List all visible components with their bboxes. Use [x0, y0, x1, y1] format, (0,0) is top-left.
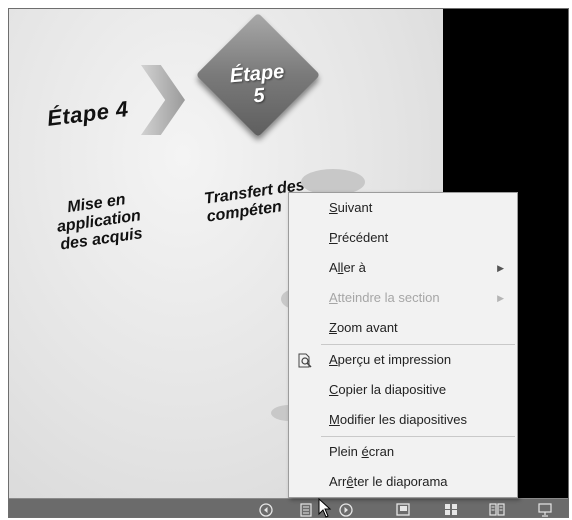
- menu-item-precedent[interactable]: Précédent: [289, 225, 517, 251]
- menu-item-label: cran: [368, 444, 395, 459]
- menu-button[interactable]: [296, 501, 316, 517]
- menu-item-zoom-avant[interactable]: Zoom avant: [289, 315, 517, 341]
- mouse-cursor-icon: [318, 498, 332, 518]
- step4-title: Étape 4: [45, 96, 130, 131]
- menu-item-label: odifier les diapositives: [339, 412, 468, 427]
- menu-item-label: perçu et impression: [337, 352, 452, 367]
- print-preview-icon: [297, 352, 313, 378]
- submenu-arrow-icon: ▶: [497, 263, 504, 273]
- menu-item-label: er à: [343, 260, 366, 275]
- menu-item-label: uivant: [337, 200, 373, 215]
- slide-sorter-button[interactable]: [441, 501, 461, 517]
- step4-caption: Mise en application des acquis: [46, 188, 153, 255]
- menu-item-label-accel: M: [329, 412, 340, 427]
- reading-view-button[interactable]: [487, 501, 507, 517]
- menu-item-label: Arr: [329, 474, 347, 489]
- slideshow-icon: [538, 502, 552, 517]
- menu-separator: [321, 344, 515, 345]
- menu-item-label-accel: A: [329, 352, 338, 367]
- menu-item-label-accel: Z: [329, 320, 337, 335]
- menu-item-atteindre-section: Atteindre la section ▶: [289, 285, 517, 311]
- next-button[interactable]: [336, 501, 356, 517]
- slide-sorter-icon: [445, 504, 457, 515]
- arrow-shape: [141, 65, 185, 135]
- menu-item-apercu-impression[interactable]: Aperçu et impression: [289, 347, 517, 373]
- menu-item-label: tteindre la section: [337, 290, 440, 305]
- slideshow-toolbar: [9, 498, 568, 517]
- menu-item-label-accel: P: [329, 230, 338, 245]
- menu-item-label: ter le diaporama: [353, 474, 448, 489]
- menu-item-plein-ecran[interactable]: Plein écran: [289, 439, 517, 465]
- menu-item-arreter-diaporama[interactable]: Arrêter le diaporama: [289, 469, 517, 495]
- step5-title: Étape 5: [221, 60, 295, 110]
- menu-item-label-accel: é: [361, 444, 369, 459]
- context-menu: Suivant Précédent Aller à ▶ Atteindre la…: [288, 192, 518, 498]
- previous-icon: [259, 502, 273, 517]
- menu-item-modifier-diapositives[interactable]: Modifier les diapositives: [289, 407, 517, 433]
- previous-button[interactable]: [256, 501, 276, 517]
- menu-item-label-accel: S: [329, 200, 338, 215]
- menu-item-label: opier la diapositive: [338, 382, 447, 397]
- menu-item-label: oom avant: [336, 320, 398, 335]
- menu-item-aller-a[interactable]: Aller à ▶: [289, 255, 517, 281]
- menu-item-label: A: [329, 260, 338, 275]
- submenu-arrow-icon: ▶: [497, 293, 504, 303]
- menu-item-suivant[interactable]: Suivant: [289, 195, 517, 221]
- next-icon: [339, 502, 353, 517]
- normal-view-icon: [396, 503, 410, 516]
- normal-view-button[interactable]: [393, 501, 413, 517]
- menu-icon: [300, 502, 312, 517]
- menu-item-label-accel: ê: [346, 474, 354, 489]
- menu-separator: [321, 436, 515, 437]
- menu-item-copier-diapositive[interactable]: Copier la diapositive: [289, 377, 517, 403]
- menu-item-label-accel: A: [329, 290, 338, 305]
- menu-item-label: récédent: [337, 230, 389, 245]
- slideshow-button[interactable]: [535, 501, 555, 517]
- reading-view-icon: [489, 503, 505, 516]
- menu-item-label-accel: C: [329, 382, 339, 397]
- menu-item-label: Plein: [329, 444, 362, 459]
